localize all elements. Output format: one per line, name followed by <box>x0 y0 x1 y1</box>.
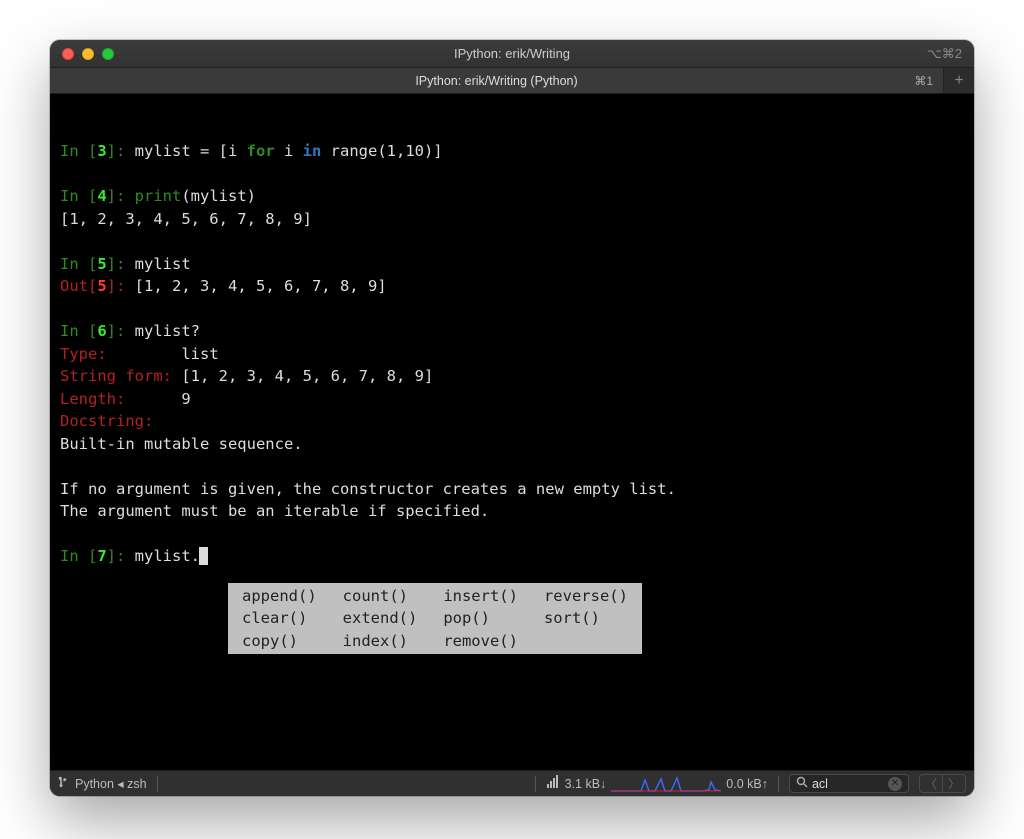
tabbar: IPython: erik/Writing (Python) ⌘1 + <box>50 68 974 94</box>
net-upload: 0.0 kB↑ <box>726 777 768 791</box>
terminal-output[interactable]: In [3]: mylist = [i for i in range(1,10)… <box>50 94 974 770</box>
traffic-lights <box>62 48 114 60</box>
stdout-line: [1, 2, 3, 4, 5, 6, 7, 8, 9] <box>60 210 312 228</box>
completion-col-2: count() extend() index() <box>339 585 422 652</box>
plus-icon: + <box>954 72 963 90</box>
completion-item[interactable]: insert() <box>439 585 522 607</box>
process-indicator[interactable]: Python ◂ zsh <box>58 776 147 791</box>
info-string-label: String form: <box>60 367 181 385</box>
docstring-line-1: Built-in mutable sequence. <box>60 435 303 453</box>
info-string-value: [1, 2, 3, 4, 5, 6, 7, 8, 9] <box>181 367 433 385</box>
completion-col-4: reverse() sort() <box>540 585 632 652</box>
new-tab-button[interactable]: + <box>944 68 974 93</box>
completion-item[interactable]: clear() <box>238 607 321 629</box>
tab-label: IPython: erik/Writing (Python) <box>415 74 577 88</box>
in-prompt-5: In [5]: <box>60 255 135 273</box>
window-title: IPython: erik/Writing <box>50 46 974 61</box>
tab-shortcut: ⌘1 <box>914 74 933 88</box>
in-prompt-6: In [6]: <box>60 322 135 340</box>
branch-icon <box>58 776 70 791</box>
minimize-window-button[interactable] <box>82 48 94 60</box>
statusbar: Python ◂ zsh 3.1 kB↓ 0.0 kB↑ ✕ <box>50 770 974 796</box>
completion-item[interactable]: extend() <box>339 607 422 629</box>
prev-match-button[interactable]: 〈 <box>920 775 942 792</box>
out-prompt-5: Out[5]: <box>60 277 135 295</box>
terminal-window: IPython: erik/Writing ⌥⌘2 IPython: erik/… <box>50 40 974 796</box>
process-name: Python ◂ zsh <box>75 776 147 791</box>
search-box[interactable]: ✕ <box>789 774 909 793</box>
zoom-window-button[interactable] <box>102 48 114 60</box>
network-indicator: 3.1 kB↓ 0.0 kB↑ <box>546 775 768 792</box>
text-cursor <box>199 547 208 565</box>
search-input[interactable] <box>812 777 882 791</box>
completion-col-3: insert() pop() remove() <box>439 585 522 652</box>
completion-item[interactable]: sort() <box>540 607 632 629</box>
completion-item[interactable]: count() <box>339 585 422 607</box>
tab-ipython[interactable]: IPython: erik/Writing (Python) ⌘1 <box>50 68 944 93</box>
close-window-button[interactable] <box>62 48 74 60</box>
net-download: 3.1 kB↓ <box>565 777 607 791</box>
code-line-5: mylist <box>135 255 191 273</box>
in-prompt-3: In [3]: <box>60 142 135 160</box>
network-icon <box>546 775 560 792</box>
completion-item[interactable]: pop() <box>439 607 522 629</box>
completion-item[interactable]: append() <box>238 585 321 607</box>
next-match-button[interactable]: 〉 <box>942 775 965 792</box>
completion-item[interactable]: copy() <box>238 630 321 652</box>
completion-item[interactable]: index() <box>339 630 422 652</box>
separator <box>157 776 158 792</box>
info-type-label: Type: <box>60 345 181 363</box>
search-icon <box>796 776 808 791</box>
completion-popup[interactable]: append() clear() copy() count() extend()… <box>228 583 642 654</box>
code-line-3: mylist = [i for i in range(1,10)] <box>135 142 443 160</box>
search-nav: 〈 〉 <box>919 774 966 793</box>
separator <box>778 776 779 792</box>
info-type-value: list <box>181 345 218 363</box>
info-docstring-label: Docstring: <box>60 412 153 430</box>
titlebar: IPython: erik/Writing ⌥⌘2 <box>50 40 974 68</box>
info-length-value: 9 <box>181 390 190 408</box>
in-prompt-4: In [4]: <box>60 187 135 205</box>
sparkline <box>611 776 721 792</box>
in-prompt-7: In [7]: <box>60 547 135 565</box>
code-line-6: mylist? <box>135 322 200 340</box>
completion-item[interactable]: reverse() <box>540 585 632 607</box>
docstring-line-3: The argument must be an iterable if spec… <box>60 502 489 520</box>
separator <box>535 776 536 792</box>
info-length-label: Length: <box>60 390 181 408</box>
code-line-4: print(mylist) <box>135 187 256 205</box>
titlebar-shortcut: ⌥⌘2 <box>927 46 962 62</box>
out-value-5: [1, 2, 3, 4, 5, 6, 7, 8, 9] <box>135 277 387 295</box>
completion-item[interactable]: remove() <box>439 630 522 652</box>
clear-search-button[interactable]: ✕ <box>888 777 902 791</box>
code-line-7: mylist. <box>135 547 200 565</box>
docstring-line-2: If no argument is given, the constructor… <box>60 480 676 498</box>
completion-col-1: append() clear() copy() <box>238 585 321 652</box>
